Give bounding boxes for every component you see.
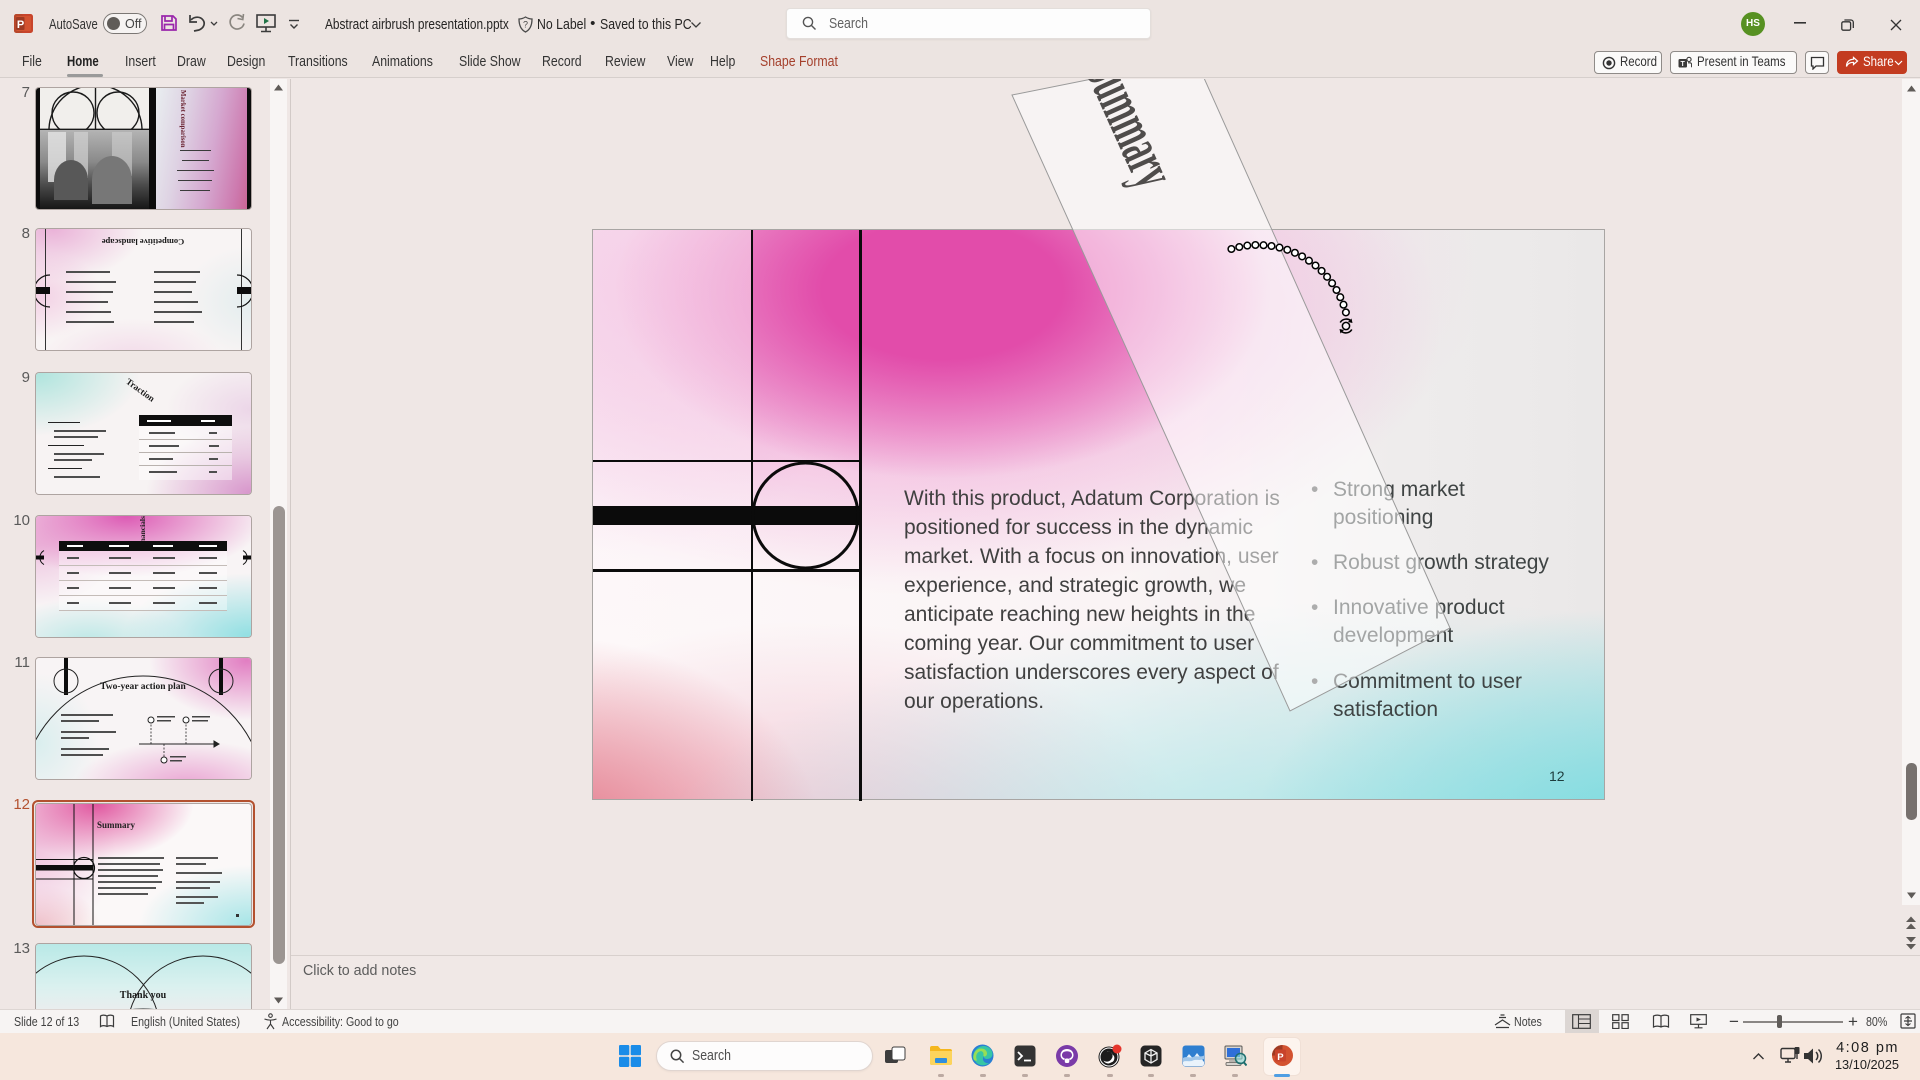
svg-text:?: ? <box>523 20 528 30</box>
svg-text:P: P <box>17 19 24 31</box>
svg-text:P: P <box>1277 1052 1284 1063</box>
svg-text:T: T <box>1681 61 1686 68</box>
